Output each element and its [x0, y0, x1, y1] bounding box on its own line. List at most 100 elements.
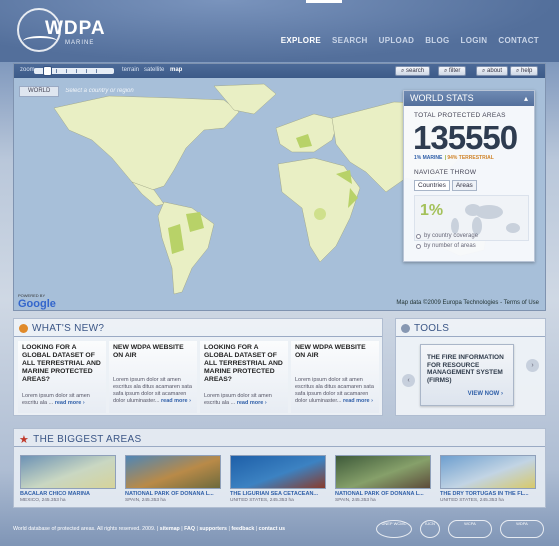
highlight-region-6: [314, 208, 326, 220]
nav-login[interactable]: LOGIN: [461, 36, 488, 45]
area-photo[interactable]: [230, 455, 326, 489]
view-now-link[interactable]: VIEW NOW ›: [468, 391, 503, 397]
iucn-logo[interactable]: IUCN: [420, 520, 440, 538]
breadcrumb-world[interactable]: WORLD: [19, 86, 60, 97]
area-name[interactable]: THE DRY TORTUGAS IN THE FL...: [440, 491, 536, 497]
news-body: Lorem ipsum dolor sit amen escritus ala …: [295, 377, 375, 405]
footer-contact[interactable]: contact us: [259, 526, 286, 532]
biggest-areas-panel: ★ THE BIGGEST AREAS BACALAR CHICO MARINA…: [13, 428, 546, 508]
world-stats-header: WORLD STATS ▴: [404, 91, 534, 106]
whats-new-heading: WHAT'S NEW?: [32, 323, 105, 334]
footer-supporters[interactable]: supporters: [199, 526, 227, 532]
world-stats-title: WORLD STATS: [410, 93, 474, 103]
active-nav-indicator: [306, 0, 342, 3]
total-label: TOTAL PROTECTED AREAS: [414, 112, 506, 119]
area-card[interactable]: NATIONAL PARK OF DOÑANA L... SPAIN, 245.3…: [125, 455, 221, 503]
collapse-icon[interactable]: ▴: [524, 91, 528, 106]
footer-faq[interactable]: FAQ: [184, 526, 195, 532]
nav-contact[interactable]: CONTACT: [498, 36, 539, 45]
area-name[interactable]: NATIONAL PARK OF DOÑANA L...: [125, 491, 221, 497]
map-type-terrain[interactable]: terrain: [122, 67, 139, 73]
breadcrumb-hint[interactable]: Select a country or region: [59, 86, 139, 97]
radio-dot-icon: [416, 233, 421, 239]
news-item[interactable]: NEW WDPA WEBSITE ON AIR Lorem ipsum dolo…: [109, 341, 197, 413]
unep-logo[interactable]: UNEP WCMC: [376, 520, 412, 538]
map-filter-button[interactable]: ⌕ filter: [438, 66, 467, 76]
tool-title: THE FIRE INFORMATION FOR RESOURCE MANAGE…: [427, 354, 504, 384]
tab-countries[interactable]: Countries: [414, 180, 450, 191]
area-photo[interactable]: [335, 455, 431, 489]
logo-text: WDPA: [45, 18, 106, 39]
area-card[interactable]: THE DRY TORTUGAS IN THE FL... UNITED STAT…: [440, 455, 536, 503]
map-about-button[interactable]: ⌕ about: [476, 66, 509, 76]
prev-arrow-icon[interactable]: ‹: [402, 374, 415, 387]
gear-icon: [401, 324, 410, 333]
news-bullet-icon: [19, 324, 28, 333]
nav-explore[interactable]: EXPLORE: [281, 36, 321, 45]
radio-number-areas[interactable]: by number of areas: [416, 243, 476, 249]
read-more-link[interactable]: read more ›: [237, 400, 267, 406]
wdpa-footer-logo[interactable]: WDPA: [500, 520, 544, 538]
tool-card[interactable]: THE FIRE INFORMATION FOR RESOURCE MANAGE…: [420, 344, 514, 406]
area-card[interactable]: THE LIGURIAN SEA CETACEAN... UNITED STATE…: [230, 455, 326, 503]
map-filter-label: filter: [449, 68, 461, 74]
whats-new-title: WHAT'S NEW?: [19, 323, 104, 334]
divider: [14, 446, 545, 447]
area-photo[interactable]: [440, 455, 536, 489]
split-row: 1% MARINE | 94% TERRESTRIAL: [414, 155, 494, 161]
star-icon: ★: [19, 434, 30, 446]
area-country: UNITED STATES, 245.353 ha: [440, 498, 504, 503]
nav-upload[interactable]: UPLOAD: [379, 36, 415, 45]
biggest-areas-title: ★ THE BIGGEST AREAS: [19, 433, 141, 446]
news-item[interactable]: LOOKING FOR A GLOBAL DATASET OF ALL TERR…: [200, 341, 288, 413]
area-country: SPAIN, 245.353 ha: [335, 498, 376, 503]
news-body: Lorem ipsum dolor sit amen escritu ala .…: [204, 393, 284, 407]
divider: [396, 336, 545, 337]
navigate-label: NAVIGATE THROW: [414, 169, 477, 176]
google-logo: POWERED BY Google: [18, 293, 56, 310]
read-more-link[interactable]: read more ›: [161, 398, 191, 404]
divider: [14, 336, 382, 337]
news-item[interactable]: LOOKING FOR A GLOBAL DATASET OF ALL TERR…: [18, 341, 106, 413]
read-more-link[interactable]: read more ›: [343, 398, 373, 404]
area-name[interactable]: THE LIGURIAN SEA CETACEAN...: [230, 491, 326, 497]
area-name[interactable]: NATIONAL PARK OF DOÑANA L...: [335, 491, 431, 497]
news-body: Lorem ipsum dolor sit amen escritus ala …: [113, 377, 193, 405]
map-type-map[interactable]: map: [170, 67, 182, 73]
wdpa-logo[interactable]: WDPA MARINE: [17, 8, 105, 52]
map-credit: Map data ©2009 Europa Technologies - Ter…: [396, 300, 539, 306]
wcpa-logo[interactable]: WCPA: [448, 520, 492, 538]
area-photo[interactable]: [125, 455, 221, 489]
tools-title: TOOLS: [401, 323, 449, 334]
tools-heading: TOOLS: [414, 323, 450, 334]
copyright-text: World database of protected areas. All r…: [13, 526, 159, 532]
logo-subtext: MARINE: [65, 40, 95, 46]
world-stats-panel: WORLD STATS ▴ TOTAL PROTECTED AREAS 1355…: [403, 90, 535, 262]
news-item[interactable]: NEW WDPA WEBSITE ON AIR Lorem ipsum dolo…: [291, 341, 379, 413]
whats-new-panel: WHAT'S NEW? LOOKING FOR A GLOBAL DATASET…: [13, 318, 383, 416]
news-title: NEW WDPA WEBSITE ON AIR: [295, 344, 366, 359]
google-wordmark: Google: [18, 298, 56, 310]
zoom-slider-handle[interactable]: [43, 66, 52, 76]
news-body: Lorem ipsum dolor sit amen escritu ala .…: [22, 393, 102, 407]
map-help-button[interactable]: ⌕ help: [510, 66, 539, 76]
area-country: SPAIN, 245.353 ha: [125, 498, 166, 503]
tab-areas[interactable]: Areas: [451, 180, 477, 191]
radio-country-coverage[interactable]: by country coverage: [416, 233, 478, 239]
map-breadcrumb: WORLD Select a country or region: [19, 86, 140, 97]
area-card[interactable]: NATIONAL PARK OF DOÑANA L... SPAIN, 245.3…: [335, 455, 431, 503]
area-country: MEXICO, 245.353 ha: [20, 498, 66, 503]
next-arrow-icon[interactable]: ›: [526, 359, 539, 372]
map-type-satellite[interactable]: satellite: [144, 67, 164, 73]
news-title: NEW WDPA WEBSITE ON AIR: [113, 344, 184, 359]
nav-blog[interactable]: BLOG: [425, 36, 449, 45]
map-search-button[interactable]: ⌕ search: [395, 66, 431, 76]
area-name[interactable]: BACALAR CHICO MARINA: [20, 491, 116, 497]
area-photo[interactable]: [20, 455, 116, 489]
area-card[interactable]: BACALAR CHICO MARINA MEXICO, 245.353 ha: [20, 455, 116, 503]
read-more-link[interactable]: read more ›: [55, 400, 85, 406]
footer-feedback[interactable]: feedback: [231, 526, 254, 532]
nav-search[interactable]: SEARCH: [332, 36, 368, 45]
footer-sitemap[interactable]: sitemap: [160, 526, 180, 532]
site-footer: World database of protected areas. All r…: [13, 526, 286, 532]
